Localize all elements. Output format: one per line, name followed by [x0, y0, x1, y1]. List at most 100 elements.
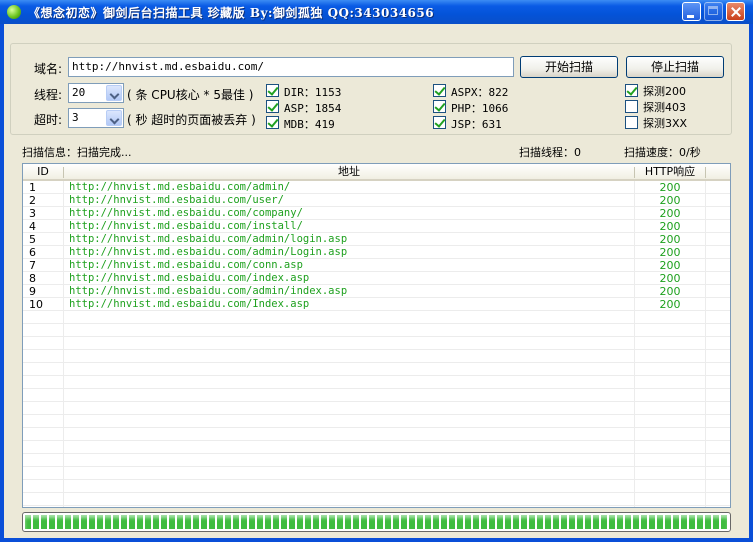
client-area: 域名: http://hnvist.md.esbaidu.com/ 开始扫描 停… [4, 24, 749, 538]
row-http-code: 200 [659, 246, 681, 259]
probe-3xx-label: 探测3XX [643, 117, 688, 130]
maximize-button [704, 2, 723, 21]
empty-row [23, 428, 730, 441]
probe-200-label: 探测200 [643, 85, 686, 98]
row-http-code: 200 [659, 298, 681, 311]
chevron-down-icon[interactable] [106, 110, 122, 126]
column-divider[interactable] [705, 167, 706, 178]
empty-row [23, 480, 730, 493]
table-row[interactable]: 5 http://hnvist.md.esbaidu.com/admin/logi… [23, 233, 730, 246]
empty-row [23, 337, 730, 350]
row-url: http://hnvist.md.esbaidu.com/conn.asp [69, 259, 303, 271]
asp-checkbox[interactable] [266, 100, 279, 113]
stop-scan-button[interactable]: 停止扫描 [626, 56, 724, 78]
mdb-dict-label: MDB：419 [284, 118, 335, 131]
row-id: 8 [29, 272, 36, 285]
table-row[interactable]: 6 http://hnvist.md.esbaidu.com/admin/Logi… [23, 246, 730, 259]
close-button[interactable] [726, 2, 745, 21]
empty-row [23, 493, 730, 506]
scan-info-status: 扫描信息：扫描完成... [22, 146, 132, 159]
aspx-checkbox[interactable] [433, 84, 446, 97]
jsp-dict-label: JSP：631 [451, 118, 502, 131]
row-url: http://hnvist.md.esbaidu.com/admin/index… [69, 285, 348, 297]
empty-row [23, 415, 730, 428]
row-http-code: 200 [659, 272, 681, 285]
aspx-dict-label: ASPX：822 [451, 86, 509, 99]
threads-hint: ( 条 CPU核心 * 5最佳 ) [127, 88, 254, 102]
table-row[interactable]: 1 http://hnvist.md.esbaidu.com/admin/200 [23, 181, 730, 194]
row-url: http://hnvist.md.esbaidu.com/admin/Login… [69, 246, 348, 258]
row-id: 1 [29, 181, 36, 194]
table-row[interactable]: 8 http://hnvist.md.esbaidu.com/index.asp 2… [23, 272, 730, 285]
results-table[interactable]: ID 地址 HTTP响应 1 http://hnvist.md.esbaidu.c… [22, 163, 731, 508]
progress-fill [25, 515, 728, 529]
app-icon [7, 5, 21, 19]
table-row[interactable]: 7 http://hnvist.md.esbaidu.com/conn.asp 20… [23, 259, 730, 272]
row-http-code: 200 [659, 233, 681, 246]
threads-value: 20 [72, 86, 86, 99]
scan-threads-status: 扫描线程：0 [519, 146, 581, 159]
app-window: 《想念初恋》御剑后台扫描工具 珍藏版 By:御剑孤独 QQ:343034656 … [0, 0, 753, 542]
row-http-code: 200 [659, 181, 681, 194]
row-id: 6 [29, 246, 36, 259]
threads-select[interactable]: 20 [68, 83, 124, 103]
column-header-url[interactable]: 地址 [64, 165, 634, 179]
empty-row [23, 350, 730, 363]
row-id: 5 [29, 233, 36, 246]
mdb-checkbox[interactable] [266, 116, 279, 129]
jsp-checkbox[interactable] [433, 116, 446, 129]
empty-row [23, 402, 730, 415]
row-url: http://hnvist.md.esbaidu.com/company/ [69, 207, 303, 219]
scan-speed-status: 扫描速度：0/秒 [624, 146, 701, 159]
window-title: 《想念初恋》御剑后台扫描工具 珍藏版 By:御剑孤独 QQ:343034656 [28, 6, 435, 20]
row-id: 9 [29, 285, 36, 298]
table-header: ID 地址 HTTP响应 [23, 164, 730, 181]
table-row[interactable]: 9 http://hnvist.md.esbaidu.com/admin/inde… [23, 285, 730, 298]
row-url: http://hnvist.md.esbaidu.com/user/ [69, 194, 284, 206]
empty-row [23, 389, 730, 402]
empty-row [23, 441, 730, 454]
dir-checkbox[interactable] [266, 84, 279, 97]
domain-input[interactable]: http://hnvist.md.esbaidu.com/ [68, 57, 514, 77]
row-id: 7 [29, 259, 36, 272]
timeout-value: 3 [72, 111, 79, 124]
empty-row [23, 363, 730, 376]
row-url: http://hnvist.md.esbaidu.com/index.asp [69, 272, 310, 284]
row-id: 3 [29, 207, 36, 220]
row-id: 2 [29, 194, 36, 207]
title-bar[interactable]: 《想念初恋》御剑后台扫描工具 珍藏版 By:御剑孤独 QQ:343034656 [0, 0, 753, 24]
minimize-button[interactable] [682, 2, 701, 21]
probe-403-checkbox[interactable] [625, 100, 638, 113]
timeout-select[interactable]: 3 [68, 108, 124, 128]
table-row[interactable]: 4 http://hnvist.md.esbaidu.com/install/20… [23, 220, 730, 233]
timeout-label: 超时: [34, 113, 63, 127]
asp-dict-label: ASP：1854 [284, 102, 342, 115]
row-http-code: 200 [659, 194, 681, 207]
probe-403-label: 探测403 [643, 101, 686, 114]
chevron-down-icon[interactable] [106, 85, 122, 101]
php-checkbox[interactable] [433, 100, 446, 113]
column-header-http[interactable]: HTTP响应 [635, 165, 705, 179]
row-http-code: 200 [659, 220, 681, 233]
column-header-id[interactable]: ID [23, 165, 63, 179]
empty-row [23, 311, 730, 324]
probe-200-checkbox[interactable] [625, 84, 638, 97]
row-id: 4 [29, 220, 36, 233]
empty-row [23, 376, 730, 389]
table-row[interactable]: 2 http://hnvist.md.esbaidu.com/user/200 [23, 194, 730, 207]
start-scan-button[interactable]: 开始扫描 [520, 56, 618, 78]
timeout-hint: ( 秒 超时的页面被丢弃 ) [127, 113, 256, 127]
row-url: http://hnvist.md.esbaidu.com/Index.asp [69, 298, 310, 310]
row-http-code: 200 [659, 259, 681, 272]
row-url: http://hnvist.md.esbaidu.com/admin/ [69, 181, 291, 193]
dir-dict-label: DIR：1153 [284, 86, 342, 99]
row-url: http://hnvist.md.esbaidu.com/install/ [69, 220, 303, 232]
empty-row [23, 324, 730, 337]
threads-label: 线程: [34, 88, 63, 102]
row-url: http://hnvist.md.esbaidu.com/admin/login… [69, 233, 348, 245]
empty-row [23, 467, 730, 480]
table-row[interactable]: 10 http://hnvist.md.esbaidu.com/Index.asp… [23, 298, 730, 311]
probe-3xx-checkbox[interactable] [625, 116, 638, 129]
table-row[interactable]: 3 http://hnvist.md.esbaidu.com/company/20… [23, 207, 730, 220]
domain-label: 域名: [34, 62, 63, 76]
